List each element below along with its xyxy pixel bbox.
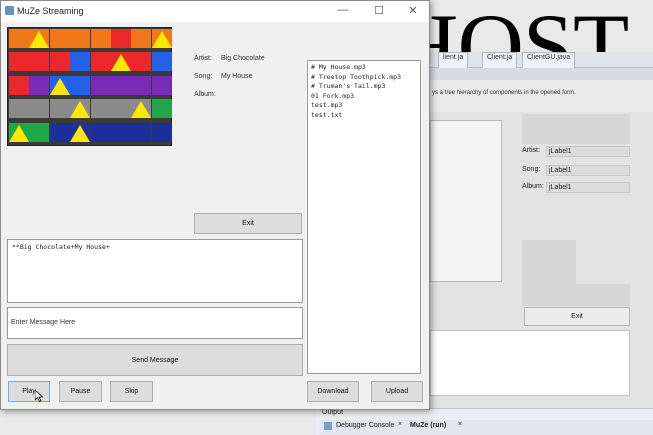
muze-window: MuZe Streaming — ☐ ✕ Artist: Big Chocola… — [0, 0, 430, 410]
chat-log[interactable]: **Big Chocolate+My House+ — [7, 239, 303, 303]
art-tile — [151, 99, 172, 119]
message-input[interactable]: Enter Message Here — [7, 307, 303, 339]
artist-label: Artist: — [194, 55, 212, 62]
album-label: Album: — [194, 91, 216, 98]
ide-editor-tabs: lient.ja Client.ja ClientGU.java — [430, 52, 653, 69]
playlist-items: # My House.mp3 # Treetop Toothpick.mp3 # T… — [311, 63, 417, 120]
art-triangle — [131, 101, 152, 119]
download-button[interactable]: Download — [307, 381, 359, 402]
art-tile — [49, 29, 70, 48]
art-tile — [151, 122, 172, 142]
art-tile — [111, 122, 131, 142]
artist-value: Big Chocolate — [221, 55, 265, 62]
playlist-item[interactable]: test.txt — [311, 111, 417, 121]
ide-top-placeholder — [522, 114, 630, 144]
art-tile — [9, 75, 29, 95]
art-tile — [49, 52, 70, 72]
window-titlebar: MuZe Streaming — ☐ ✕ — [1, 1, 429, 22]
ide-artist-field[interactable]: jLabel1 — [546, 146, 630, 157]
ide-album-field[interactable]: jLabel1 — [546, 182, 630, 193]
playlist-item[interactable]: 01 Fork.mp3 — [311, 92, 417, 102]
art-tile — [29, 75, 50, 95]
art-tile — [90, 29, 111, 48]
art-tile — [49, 122, 70, 142]
debugger-icon — [324, 422, 332, 430]
art-triangle — [9, 124, 29, 142]
ide-song-label: Song: — [522, 166, 541, 173]
art-tile — [9, 52, 29, 72]
art-tile — [9, 29, 29, 48]
art-tile — [111, 75, 131, 95]
art-triangle — [49, 77, 70, 95]
art-triangle — [70, 101, 91, 119]
skip-button[interactable]: Skip — [110, 381, 153, 402]
ide-tab-1[interactable]: lient.ja — [438, 52, 469, 69]
ide-toolbar — [430, 68, 653, 80]
ide-artist-label: Artist: — [522, 147, 540, 154]
art-tile — [90, 99, 111, 119]
app-icon — [5, 6, 14, 15]
art-triangle — [70, 124, 91, 142]
art-tile — [131, 75, 152, 95]
exit-button[interactable]: Exit — [194, 213, 302, 234]
playlist-item[interactable]: test.mp3 — [311, 101, 417, 111]
playlist-item[interactable]: # Truman's Tail.mp3 — [311, 82, 417, 92]
maximize-icon[interactable]: ☐ — [367, 4, 391, 17]
art-tile — [90, 122, 111, 142]
art-tile — [111, 29, 131, 48]
pause-button[interactable]: Pause — [59, 381, 102, 402]
ide-run-tab[interactable]: MuZe (run) — [410, 422, 446, 429]
art-tile — [29, 99, 50, 119]
art-triangle — [151, 31, 172, 48]
window-title: MuZe Streaming — [17, 6, 84, 16]
song-value: My House — [221, 73, 253, 80]
art-tile — [111, 99, 131, 119]
ide-hint-text: ys a tree hierarchy of components in the… — [432, 90, 576, 96]
art-triangle — [111, 54, 131, 72]
art-triangle — [29, 31, 50, 48]
close-icon[interactable]: × — [398, 421, 402, 428]
art-tile — [131, 52, 152, 72]
art-tile — [151, 52, 172, 72]
play-button[interactable]: Play — [8, 381, 50, 402]
playlist[interactable]: # My House.mp3 # Treetop Toothpick.mp3 # T… — [307, 60, 421, 374]
art-tile — [131, 122, 152, 142]
close-icon[interactable]: ✕ — [401, 4, 425, 17]
mouse-cursor-icon — [35, 390, 43, 402]
art-tile — [49, 99, 70, 119]
ide-textarea-placeholder — [430, 330, 630, 396]
ide-gap-placeholder — [522, 284, 630, 306]
art-tile — [70, 75, 91, 95]
art-tile — [151, 75, 172, 95]
art-tile — [29, 122, 50, 142]
send-message-button[interactable]: Send Message — [7, 344, 303, 376]
art-tile — [9, 99, 29, 119]
art-tile — [90, 75, 111, 95]
ide-exit-button[interactable]: Exit — [524, 307, 630, 326]
playlist-item[interactable]: # Treetop Toothpick.mp3 — [311, 73, 417, 83]
ide-output-label[interactable]: Output — [322, 409, 343, 416]
close-icon[interactable]: × — [458, 421, 462, 428]
art-tile — [131, 29, 152, 48]
art-tile — [29, 52, 50, 72]
ide-song-field[interactable]: jLabel1 — [546, 165, 630, 176]
minimize-icon[interactable]: — — [331, 4, 355, 16]
ide-debugger-tab[interactable]: Debugger Console — [336, 422, 394, 429]
upload-button[interactable]: Upload — [371, 381, 423, 402]
art-tile — [70, 29, 91, 48]
playlist-item[interactable]: # My House.mp3 — [311, 63, 417, 73]
art-tile — [90, 52, 111, 72]
ide-album-label: Album: — [522, 183, 544, 190]
album-art — [7, 27, 172, 146]
song-label: Song: — [194, 73, 213, 80]
art-tile — [70, 52, 91, 72]
ide-middle-placeholder — [522, 240, 576, 284]
ide-art-placeholder — [430, 120, 502, 282]
ide-tab-3[interactable]: ClientGU.java — [522, 52, 576, 69]
ide-tab-2[interactable]: Client.ja — [482, 52, 518, 69]
